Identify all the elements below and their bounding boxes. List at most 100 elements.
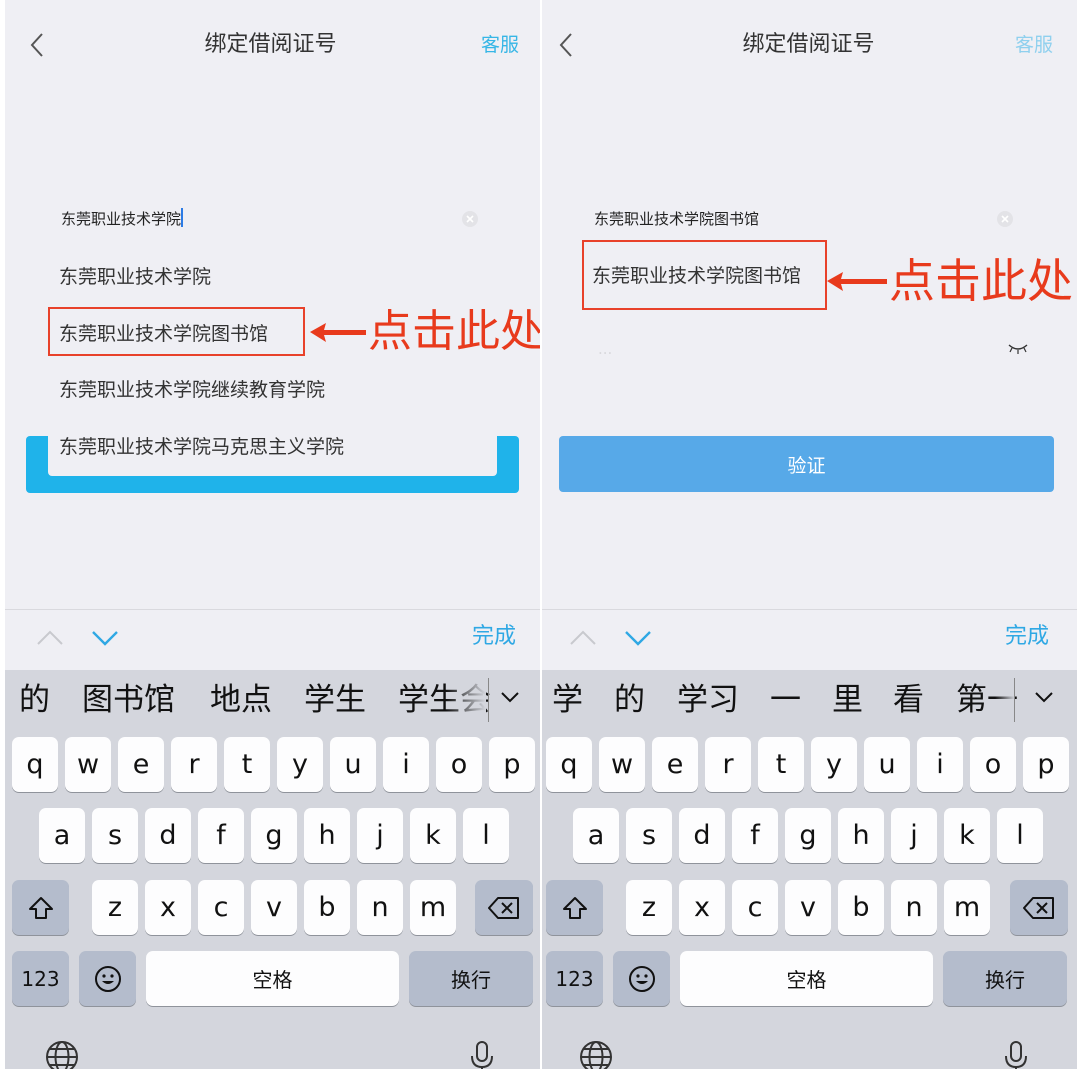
key-l[interactable]: l (463, 808, 509, 863)
key-r[interactable]: r (705, 737, 751, 792)
key-b[interactable]: b (838, 880, 884, 935)
key-o[interactable]: o (436, 737, 482, 792)
candidate-word[interactable]: 的 (19, 680, 50, 720)
key-a[interactable]: a (39, 808, 85, 863)
space-key[interactable]: 空格 (146, 951, 399, 1006)
candidate-word[interactable]: 学 (552, 680, 583, 720)
key-d[interactable]: d (145, 808, 191, 863)
key-d[interactable]: d (679, 808, 725, 863)
backspace-key[interactable] (475, 880, 533, 935)
candidate-word[interactable]: 地点 (210, 680, 272, 720)
key-q[interactable]: q (12, 737, 58, 792)
chevron-down-icon[interactable] (497, 684, 523, 710)
key-q[interactable]: q (546, 737, 592, 792)
key-j[interactable]: j (357, 808, 403, 863)
key-s[interactable]: s (92, 808, 138, 863)
candidate-word[interactable]: 一 (770, 680, 801, 720)
key-x[interactable]: x (145, 880, 191, 935)
enter-key[interactable]: 换行 (409, 951, 533, 1006)
key-k[interactable]: k (944, 808, 990, 863)
key-a[interactable]: a (573, 808, 619, 863)
key-w[interactable]: w (65, 737, 111, 792)
candidate-word[interactable]: 里 (832, 680, 863, 720)
key-y[interactable]: y (277, 737, 323, 792)
numbers-key[interactable]: 123 (12, 951, 69, 1006)
key-y[interactable]: y (811, 737, 857, 792)
search-input-value[interactable]: 东莞职业技术学院 (61, 208, 184, 230)
customer-service-link[interactable]: 客服 (481, 30, 519, 60)
key-r[interactable]: r (171, 737, 217, 792)
key-o[interactable]: o (970, 737, 1016, 792)
key-s[interactable]: s (626, 808, 672, 863)
key-p[interactable]: p (1023, 737, 1069, 792)
key-l[interactable]: l (997, 808, 1043, 863)
clear-icon[interactable] (996, 210, 1014, 228)
key-b[interactable]: b (304, 880, 350, 935)
key-m[interactable]: m (944, 880, 990, 935)
suggestion-item[interactable]: 东莞职业技术学院 (59, 263, 211, 291)
key-f[interactable]: f (198, 808, 244, 863)
shift-key[interactable] (546, 880, 603, 935)
emoji-key[interactable] (79, 951, 136, 1006)
key-u[interactable]: u (330, 737, 376, 792)
key-x[interactable]: x (679, 880, 725, 935)
key-v[interactable]: v (251, 880, 297, 935)
enter-key[interactable]: 换行 (943, 951, 1067, 1006)
eye-closed-icon[interactable] (1007, 340, 1029, 354)
candidate-word[interactable]: 学习 (677, 680, 739, 720)
microphone-icon[interactable] (464, 1039, 500, 1069)
key-h[interactable]: h (838, 808, 884, 863)
clear-icon[interactable] (461, 210, 479, 228)
suggestion-item[interactable]: 东莞职业技术学院继续教育学院 (59, 376, 325, 404)
key-t[interactable]: t (758, 737, 804, 792)
key-z[interactable]: z (626, 880, 672, 935)
candidate-word[interactable]: 的 (614, 680, 645, 720)
key-n[interactable]: n (891, 880, 937, 935)
microphone-icon[interactable] (998, 1039, 1034, 1069)
chevron-down-icon[interactable] (90, 626, 120, 650)
verify-button[interactable]: 验证 (559, 436, 1054, 492)
chevron-up-icon[interactable] (35, 626, 65, 650)
library-search-field[interactable]: 东莞职业技术学院 (61, 200, 491, 240)
key-p[interactable]: p (489, 737, 535, 792)
customer-service-link[interactable]: 客服 (1015, 30, 1053, 60)
space-key[interactable]: 空格 (680, 951, 933, 1006)
key-g[interactable]: g (785, 808, 831, 863)
backspace-key[interactable] (1010, 880, 1068, 935)
library-search-field[interactable]: 东莞职业技术学院图书馆 (594, 200, 1024, 240)
chevron-down-icon[interactable] (623, 626, 653, 650)
key-v[interactable]: v (785, 880, 831, 935)
key-e[interactable]: e (652, 737, 698, 792)
password-field[interactable]: ... (598, 338, 612, 360)
candidate-word[interactable]: 学生 (304, 680, 366, 720)
numbers-key[interactable]: 123 (546, 951, 603, 1006)
key-t[interactable]: t (224, 737, 270, 792)
key-h[interactable]: h (304, 808, 350, 863)
key-i[interactable]: i (383, 737, 429, 792)
done-button[interactable]: 完成 (1005, 622, 1049, 652)
key-n[interactable]: n (357, 880, 403, 935)
key-f[interactable]: f (732, 808, 778, 863)
suggestion-item[interactable]: 东莞职业技术学院马克思主义学院 (59, 433, 344, 461)
globe-icon[interactable] (44, 1039, 80, 1069)
key-k[interactable]: k (410, 808, 456, 863)
shift-key[interactable] (12, 880, 69, 935)
candidate-word[interactable]: 看 (893, 680, 924, 720)
key-c[interactable]: c (732, 880, 778, 935)
key-c[interactable]: c (198, 880, 244, 935)
search-input-value[interactable]: 东莞职业技术学院图书馆 (594, 208, 759, 230)
emoji-key[interactable] (613, 951, 670, 1006)
chevron-up-icon[interactable] (568, 626, 598, 650)
key-m[interactable]: m (410, 880, 456, 935)
key-e[interactable]: e (118, 737, 164, 792)
candidate-word[interactable]: 图书馆 (82, 680, 175, 720)
key-g[interactable]: g (251, 808, 297, 863)
key-z[interactable]: z (92, 880, 138, 935)
done-button[interactable]: 完成 (472, 622, 516, 652)
key-u[interactable]: u (864, 737, 910, 792)
key-j[interactable]: j (891, 808, 937, 863)
key-w[interactable]: w (599, 737, 645, 792)
key-i[interactable]: i (917, 737, 963, 792)
globe-icon[interactable] (578, 1039, 614, 1069)
chevron-down-icon[interactable] (1031, 684, 1057, 710)
